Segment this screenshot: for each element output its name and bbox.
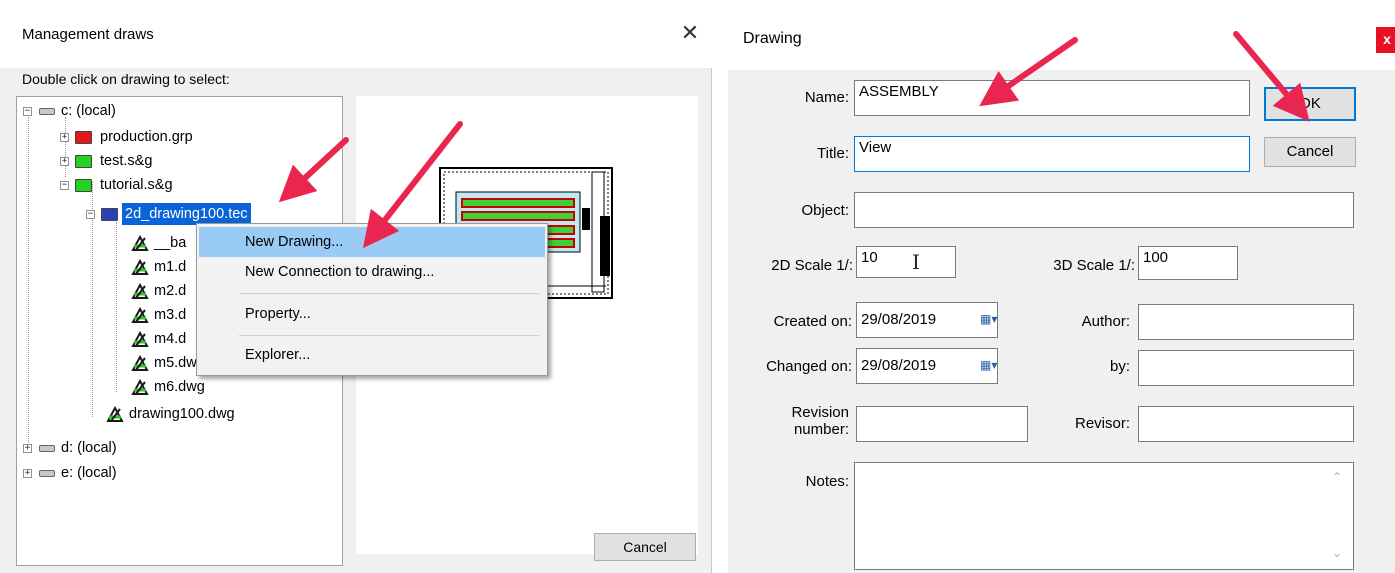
revisor-label: Revisor: [1074,415,1130,432]
cancel-button[interactable]: Cancel [594,533,696,561]
tree-line [65,117,66,177]
menu-item-new-connection[interactable]: New Connection to drawing... [199,257,545,287]
menu-item-property[interactable]: Property... [199,299,545,329]
dwg-file-icon [131,378,149,395]
collapse-icon[interactable]: − [86,210,95,219]
folder-open-icon [101,208,118,221]
close-icon[interactable]: x [1376,27,1395,53]
dwg-file-icon [131,258,149,275]
menu-item-explorer[interactable]: Explorer... [199,340,545,370]
tree-item-label: m3.d [154,307,187,323]
created-on-date-picker[interactable]: 29/08/2019 [856,302,998,338]
changed-on-value: 29/08/2019 [861,357,937,374]
tree-item-label: m6.dwg [154,379,205,395]
calendar-dropdown-icon[interactable]: ▦▾ [980,358,997,372]
tree-item-label-selected: 2d_drawing100.tec [122,203,251,225]
tree-item-label: c: (local) [61,103,116,119]
dwg-file-icon [131,282,149,299]
drive-icon [39,445,55,452]
tree-line [116,222,117,392]
scroll-down-icon[interactable]: ⌄ [1332,546,1342,560]
tree-item-label: test.s&g [100,153,153,169]
tree-item-label: m4.d [154,331,187,347]
revisor-field[interactable] [1138,406,1354,442]
tree-item-label: drawing100.dwg [129,406,235,422]
revision-number-label: Revision number: [728,404,849,438]
title-label: Title: [817,145,849,162]
folder-icon [75,155,92,168]
collapse-icon[interactable]: − [60,181,69,190]
expand-icon[interactable]: + [60,133,69,142]
tree-item-label: production.grp [100,129,193,145]
menu-separator [239,293,539,294]
changed-on-date-picker[interactable]: 29/08/2019 [856,348,998,384]
right-dialog-title: Drawing [743,30,802,47]
scale-3d-field[interactable]: 100 [1138,246,1238,280]
collapse-icon[interactable]: − [23,107,32,116]
name-label: Name: [804,89,849,106]
tree-line [28,117,29,449]
expand-icon[interactable]: + [60,157,69,166]
drawing-dialog: Drawing x Name: ASSEMBLY OK Cancel Title… [728,0,1395,573]
expand-icon[interactable]: + [23,444,32,453]
created-on-value: 29/08/2019 [861,311,937,328]
object-field[interactable] [854,192,1354,228]
right-title-bar [728,0,1395,70]
menu-separator [239,335,539,336]
folder-icon [75,179,92,192]
name-field[interactable]: ASSEMBLY [854,80,1250,116]
tree-item-label: m1.d [154,259,187,275]
ok-button[interactable]: OK [1264,87,1356,121]
revision-label-line-1: Revision [791,404,849,421]
left-dialog-title: Management draws [22,26,154,43]
by-field[interactable] [1138,350,1354,386]
scale-3d-label: 3D Scale 1/: [1053,257,1135,274]
text-cursor-icon: I [912,250,920,274]
tree-item-label: tutorial.s&g [100,177,173,193]
notes-label: Notes: [805,473,849,490]
management-draws-dialog: Management draws ✕ Double click on drawi… [0,0,712,573]
title-field[interactable]: View [854,136,1250,172]
scale-2d-label: 2D Scale 1/: [771,257,853,274]
expand-icon[interactable]: + [23,469,32,478]
close-icon[interactable]: ✕ [675,18,705,48]
folder-icon [75,131,92,144]
menu-item-new-drawing[interactable]: New Drawing... [199,227,545,257]
author-field[interactable] [1138,304,1354,340]
dwg-file-icon [131,234,149,251]
tree-item-label: __ba [154,235,187,251]
scale-2d-field[interactable]: 10 [856,246,956,278]
scroll-up-icon[interactable]: ⌃ [1332,470,1342,484]
instruction-text: Double click on drawing to select: [22,71,230,87]
tree-item-label: m2.d [154,283,187,299]
drive-icon [39,470,55,477]
changed-on-label: Changed on: [766,358,852,375]
author-label: Author: [1081,313,1130,330]
by-label: by: [1109,358,1130,375]
tree-item-label: d: (local) [61,440,117,456]
revision-label-line-2: number: [793,421,849,438]
context-menu: New Drawing... New Connection to drawing… [196,223,548,376]
dwg-file-icon [131,306,149,323]
drive-icon [39,108,55,115]
dwg-file-icon [131,330,149,347]
dwg-file-icon [106,405,124,422]
dwg-file-icon [131,354,149,371]
tree-item-label: e: (local) [61,465,117,481]
notes-textarea[interactable] [854,462,1354,570]
calendar-dropdown-icon[interactable]: ▦▾ [980,312,997,326]
object-label: Object: [801,202,849,219]
created-on-label: Created on: [773,313,852,330]
cancel-button[interactable]: Cancel [1264,137,1356,167]
revision-number-field[interactable] [856,406,1028,442]
